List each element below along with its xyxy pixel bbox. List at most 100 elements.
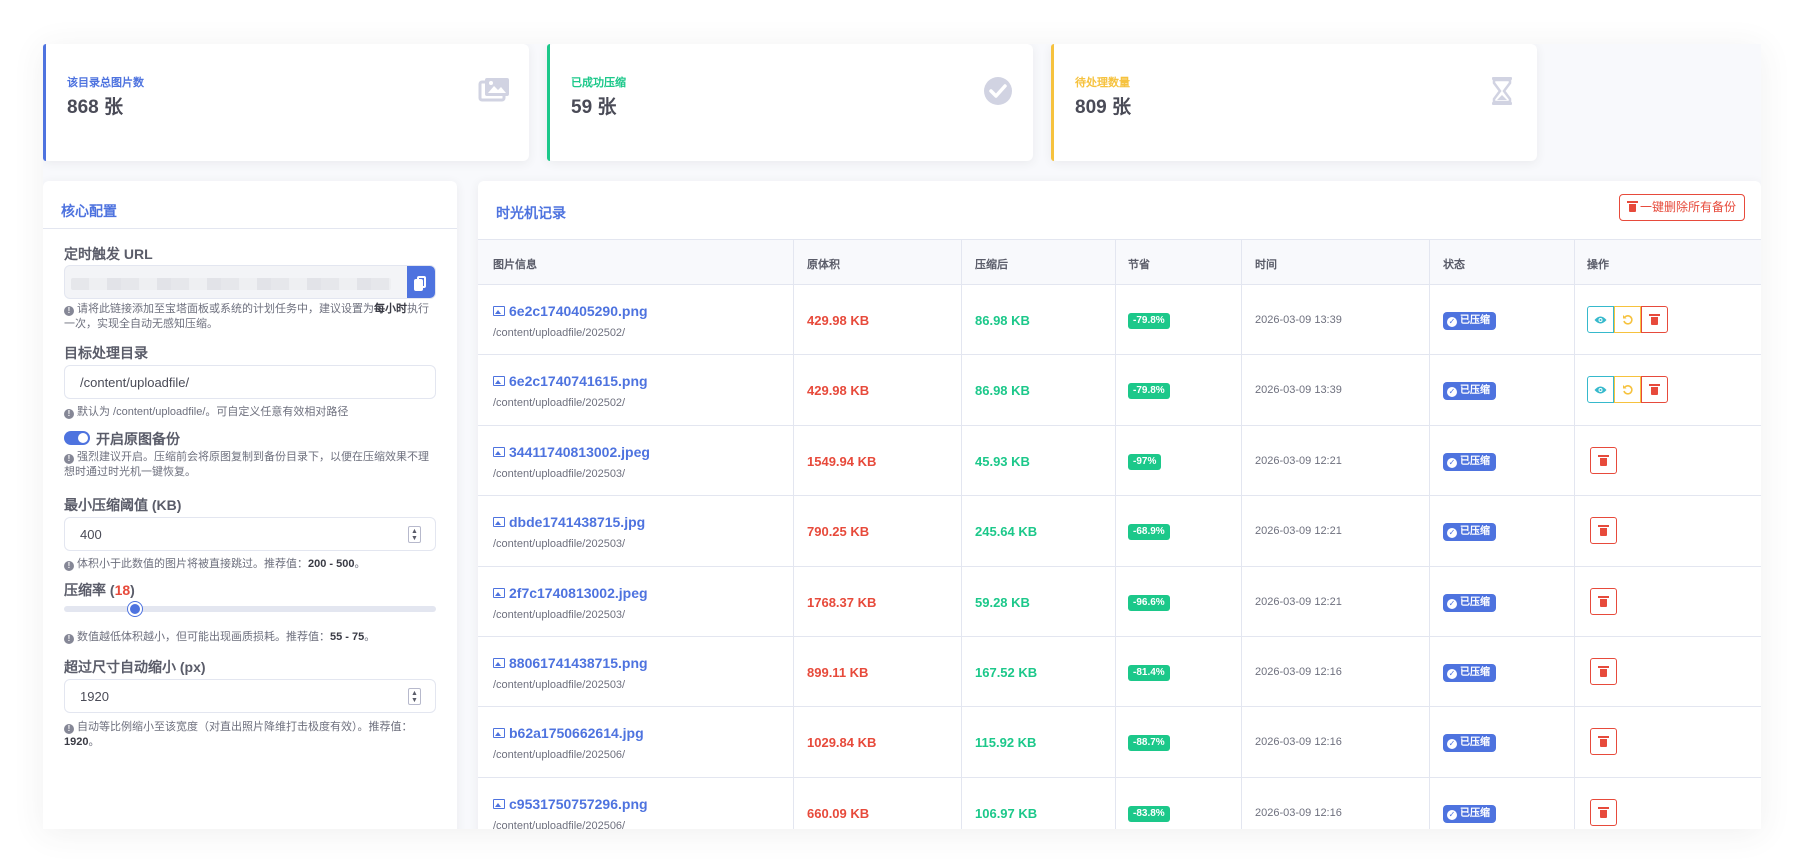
stat-card-pending: 待处理数量 809 张	[1051, 44, 1537, 161]
check-icon: ✓	[1447, 457, 1457, 468]
file-path: /content/uploadfile/202502/	[493, 327, 626, 339]
file-path: /content/uploadfile/202502/	[493, 397, 626, 410]
restore-button[interactable]	[1614, 376, 1641, 404]
number-spinner-icon[interactable]: ▲ ▼	[408, 526, 421, 543]
delete-button[interactable]	[1590, 446, 1617, 474]
file-path: /content/uploadfile/202503/	[493, 678, 626, 691]
savings-badge: -68.9%	[1128, 524, 1170, 541]
copy-url-button[interactable]	[407, 266, 435, 298]
file-name[interactable]: 34411740813002.jpeg	[493, 444, 650, 460]
delete-button[interactable]	[1590, 657, 1617, 685]
trash-icon	[1626, 201, 1638, 212]
delete-button[interactable]	[1590, 517, 1617, 545]
compressed-size: 115.92 KB	[975, 735, 1037, 751]
backup-label: 开启原图备份	[96, 431, 180, 447]
rate-help: ! 数值越低体积越小，但可能出现画质损耗。推荐值：55 - 75。	[64, 630, 439, 645]
original-size: 899.11 KB	[807, 664, 869, 680]
file-path: /content/uploadfile/202506/	[493, 749, 626, 762]
check-icon: ✓	[1447, 668, 1457, 679]
delete-button[interactable]	[1641, 306, 1668, 333]
file-name[interactable]: c9531750757296.png	[493, 796, 648, 812]
min-threshold-input[interactable]: 400 ▲ ▼	[64, 517, 436, 551]
status-badge: ✓ 已压缩	[1443, 452, 1496, 471]
min-threshold-label: 最小压缩阈值 (KB)	[64, 497, 182, 513]
timestamp: 2026-03-09 13:39	[1255, 314, 1342, 326]
file-name[interactable]: 6e2c1740405290.png	[493, 303, 648, 319]
compressed-size: 167.52 KB	[975, 664, 1038, 680]
delete-button[interactable]	[1590, 728, 1617, 756]
undo-icon	[1622, 314, 1633, 325]
image-icon	[493, 728, 505, 739]
savings-badge: -81.4%	[1128, 664, 1170, 681]
eye-icon	[1594, 386, 1607, 394]
trash-icon	[1598, 525, 1609, 537]
backup-toggle[interactable]	[64, 431, 90, 445]
file-name[interactable]: 88061741438715.png	[493, 655, 648, 671]
file-name[interactable]: b62a1750662614.jpg	[493, 725, 644, 741]
eye-icon	[1594, 316, 1607, 323]
image-icon	[493, 657, 505, 668]
table-row: b62a1750662614.jpg/content/uploadfile/20…	[478, 707, 1761, 778]
rate-slider[interactable]	[64, 602, 436, 616]
restore-button[interactable]	[1614, 306, 1641, 333]
delete-button[interactable]	[1641, 376, 1668, 404]
file-path: /content/uploadfile/202506/	[493, 819, 626, 829]
config-panel: 核心配置 定时触发 URL ! 请将此链接添加至宝塔面板或系统的计划任务中，建议设…	[43, 181, 457, 829]
image-icon	[493, 798, 505, 809]
savings-badge: -79.8%	[1128, 313, 1170, 329]
max-width-help: ! 自动等比例缩小至该宽度（对直出照片降维打击极度有效）。推荐值：1920。	[64, 721, 413, 748]
check-icon: ✓	[1447, 528, 1457, 539]
status-badge: ✓ 已压缩	[1443, 804, 1496, 823]
stat-label: 该目录总图片数	[67, 77, 144, 89]
timestamp: 2026-03-09 13:39	[1255, 384, 1342, 397]
timestamp: 2026-03-09 12:21	[1255, 454, 1342, 467]
table-row: 2f7c1740813002.jpeg/content/uploadfile/2…	[478, 567, 1761, 637]
number-spinner-icon[interactable]: ▲ ▼	[408, 688, 421, 705]
stat-value: 59 张	[571, 97, 617, 118]
stat-value: 809 张	[1075, 97, 1131, 118]
delete-button[interactable]	[1590, 587, 1617, 615]
column-header: 时间	[1255, 259, 1277, 271]
target-dir-label: 目标处理目录	[64, 345, 148, 361]
rate-slider-thumb[interactable]	[128, 602, 143, 616]
view-button[interactable]	[1587, 376, 1614, 404]
status-badge: ✓ 已压缩	[1443, 734, 1496, 753]
compressed-size: 106.97 KB	[975, 805, 1038, 821]
trash-icon	[1598, 595, 1609, 607]
info-icon: !	[64, 306, 74, 316]
table-row: c9531750757296.png/content/uploadfile/20…	[478, 778, 1761, 829]
trash-icon	[1649, 384, 1660, 396]
info-icon: !	[64, 724, 74, 734]
check-icon: ✓	[1447, 598, 1457, 609]
delete-all-backups-button[interactable]: 一键删除所有备份	[1618, 194, 1745, 221]
file-name[interactable]: 2f7c1740813002.jpeg	[493, 585, 648, 601]
delete-button[interactable]	[1590, 798, 1617, 826]
column-header: 图片信息	[493, 259, 537, 271]
target-dir-help: ! 默认为 /content/uploadfile/。可自定义任意有效相对路径	[64, 405, 439, 420]
file-name[interactable]: dbde1741438715.jpg	[493, 514, 645, 530]
compressed-size: 245.64 KB	[975, 524, 1038, 540]
target-dir-input[interactable]: /content/uploadfile/	[64, 365, 436, 399]
info-icon: !	[64, 409, 74, 419]
status-badge: ✓ 已压缩	[1443, 523, 1496, 542]
cron-url-field[interactable]	[64, 265, 436, 299]
savings-badge: -97%	[1128, 453, 1162, 470]
compressed-size: 86.98 KB	[975, 313, 1030, 328]
check-circle-icon	[984, 77, 1012, 105]
original-size: 1549.94 KB	[807, 453, 877, 469]
column-header: 操作	[1587, 259, 1609, 271]
compressed-size: 45.93 KB	[975, 453, 1030, 469]
file-name[interactable]: 6e2c1740741615.png	[493, 373, 648, 389]
column-header: 原体积	[807, 259, 840, 271]
max-width-input[interactable]: 1920 ▲ ▼	[64, 679, 436, 713]
check-icon: ✓	[1447, 317, 1457, 327]
table-row: 6e2c1740741615.png/content/uploadfile/20…	[478, 355, 1761, 426]
savings-badge: -96.6%	[1128, 594, 1170, 611]
timestamp: 2026-03-09 12:21	[1255, 525, 1342, 538]
cron-url-help: ! 请将此链接添加至宝塔面板或系统的计划任务中，建议设置为每小时执行一次，实现全自…	[64, 303, 429, 330]
view-button[interactable]	[1587, 306, 1614, 333]
stat-accent	[547, 44, 550, 161]
info-icon: !	[64, 561, 74, 571]
history-table: 图片信息 原体积 压缩后 节省 时间 状态 操作 6e2c1740405290.…	[478, 239, 1761, 829]
cron-url-label: 定时触发 URL	[64, 246, 153, 262]
